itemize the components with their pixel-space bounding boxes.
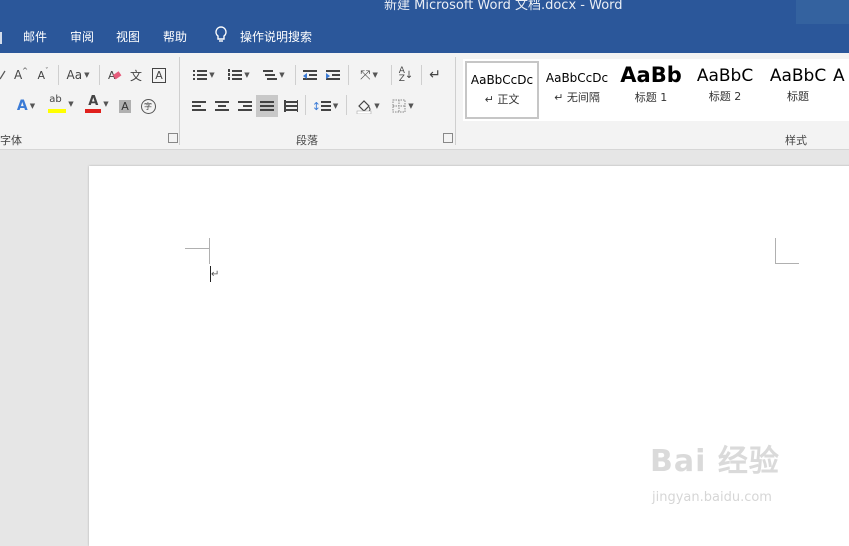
- clear-formatting-icon[interactable]: A: [106, 66, 124, 84]
- tab-edge: [0, 32, 2, 44]
- paragraph-group-label: 段落: [296, 134, 318, 147]
- lightbulb-icon[interactable]: [214, 26, 228, 47]
- group-separator: [455, 57, 456, 145]
- style-heading-1[interactable]: AaBb 标题 1: [614, 61, 688, 119]
- watermark-logo: Bai 经验: [650, 444, 780, 479]
- font-color-bar: [85, 109, 102, 113]
- style-subtitle[interactable]: A: [833, 61, 849, 119]
- justify-icon[interactable]: [256, 95, 278, 117]
- separator: [346, 95, 347, 115]
- sort-icon[interactable]: A Z ↓: [397, 66, 415, 84]
- style-heading-2[interactable]: AaBbC 标题 2: [688, 61, 762, 119]
- font-dialog-launcher[interactable]: [168, 133, 178, 143]
- separator: [348, 65, 349, 85]
- watermark-site: jingyan.baidu.com: [652, 490, 772, 505]
- styles-gallery: AaBbCcDc ↵ 正文 AaBbCcDc ↵ 无间隔 AaBb 标题 1 A…: [463, 59, 849, 121]
- separator: [421, 65, 422, 85]
- text-effects-button[interactable]: A ▼: [12, 97, 40, 115]
- tab-help[interactable]: 帮助: [163, 28, 187, 45]
- align-center-icon[interactable]: [213, 97, 231, 115]
- phonetic-guide-button[interactable]: 文: [127, 66, 145, 84]
- font-size-dropdown-edge[interactable]: [0, 66, 6, 84]
- chinese-layout-icon[interactable]: ⤧ ▼: [354, 66, 384, 84]
- style-normal[interactable]: AaBbCcDc ↵ 正文: [465, 61, 539, 119]
- show-formatting-marks-icon[interactable]: ↵: [426, 66, 444, 84]
- enclose-characters-button[interactable]: 字: [139, 97, 157, 115]
- shading-bucket-icon[interactable]: ▼: [352, 97, 384, 115]
- character-shading-button[interactable]: A: [117, 97, 133, 115]
- text-highlight-button[interactable]: ab ▼: [45, 94, 77, 113]
- separator: [99, 65, 100, 85]
- separator: [305, 95, 306, 115]
- font-group-label: 字体: [0, 134, 22, 147]
- numbering-button[interactable]: ▼: [224, 66, 254, 84]
- separator: [58, 65, 59, 85]
- change-case-button[interactable]: Aa ▼: [64, 66, 92, 84]
- tab-view[interactable]: 视图: [116, 28, 140, 45]
- styles-group-label: 样式: [785, 134, 807, 147]
- separator: [295, 65, 296, 85]
- tell-me-search[interactable]: 操作说明搜索: [240, 28, 312, 45]
- title-bar: 新建 Microsoft Word 文档.docx - Word 邮件 审阅 视…: [0, 0, 849, 53]
- font-color-button[interactable]: A ▼: [82, 94, 112, 113]
- group-separator: [179, 57, 180, 145]
- ribbon: A ^ Aˇ Aa ▼ A 文 A A ▼ ab ▼ A ▼ A 字 字体 ▼ …: [0, 53, 849, 150]
- align-right-icon[interactable]: [236, 97, 254, 115]
- increase-indent-icon[interactable]: [324, 66, 342, 84]
- multilevel-list-button[interactable]: ▼: [259, 66, 289, 84]
- shrink-font-button[interactable]: Aˇ: [35, 66, 51, 84]
- style-title[interactable]: AaBbC 标题: [761, 61, 835, 119]
- separator: [391, 65, 392, 85]
- highlight-color-bar: [48, 109, 67, 113]
- decrease-indent-icon[interactable]: [301, 66, 319, 84]
- window-controls-area: [796, 0, 849, 24]
- margin-corner-tl-h: [185, 248, 209, 249]
- borders-icon[interactable]: ▼: [388, 97, 418, 115]
- window-title: 新建 Microsoft Word 文档.docx - Word: [384, 0, 623, 13]
- tab-review[interactable]: 审阅: [70, 28, 94, 45]
- paragraph-mark: ↵: [211, 269, 220, 280]
- grow-font-button[interactable]: A ^: [13, 66, 29, 84]
- bullets-button[interactable]: ▼: [189, 66, 219, 84]
- character-border-button[interactable]: A: [150, 66, 168, 84]
- margin-corner-tr-h: [775, 263, 799, 264]
- align-left-icon[interactable]: [190, 97, 208, 115]
- margin-corner-tl-v: [209, 238, 210, 264]
- margin-corner-tr-v: [775, 238, 776, 264]
- distributed-icon[interactable]: [282, 97, 300, 115]
- line-spacing-icon[interactable]: ↕ ▼: [310, 97, 340, 115]
- baidu-jingyan-watermark: Bai 经验 jingyan.baidu.com: [650, 436, 810, 516]
- tab-mailings[interactable]: 邮件: [23, 28, 47, 45]
- paragraph-dialog-launcher[interactable]: [443, 133, 453, 143]
- style-no-spacing[interactable]: AaBbCcDc ↵ 无间隔: [540, 61, 614, 119]
